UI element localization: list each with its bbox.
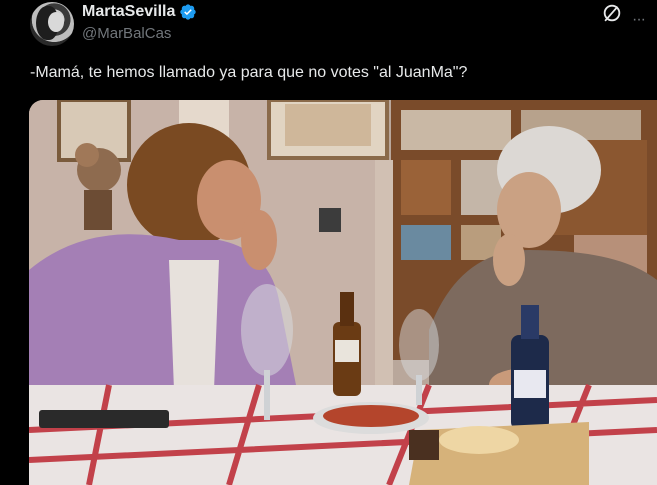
author-handle[interactable]: @MarBalCas: [82, 25, 171, 42]
author-name-row: MartaSevilla: [82, 3, 197, 21]
more-options-icon[interactable]: ···: [632, 11, 646, 29]
photo-kitchen-scene: [29, 100, 657, 485]
author-display-name[interactable]: MartaSevilla: [82, 3, 175, 21]
verified-badge-icon: [180, 4, 197, 20]
author-avatar[interactable]: [30, 2, 74, 46]
wine-glass-left: [241, 284, 293, 376]
avatar-face-shape: [48, 12, 64, 32]
tweet-container: MartaSevilla @MarBalCas ··· -Mamá, te he…: [0, 0, 657, 485]
tweet-media-photo[interactable]: [29, 100, 657, 485]
wine-glass-right: [399, 309, 439, 381]
grok-icon[interactable]: [601, 2, 623, 24]
tweet-text: -Mamá, te hemos llamado ya para que no v…: [30, 64, 468, 81]
